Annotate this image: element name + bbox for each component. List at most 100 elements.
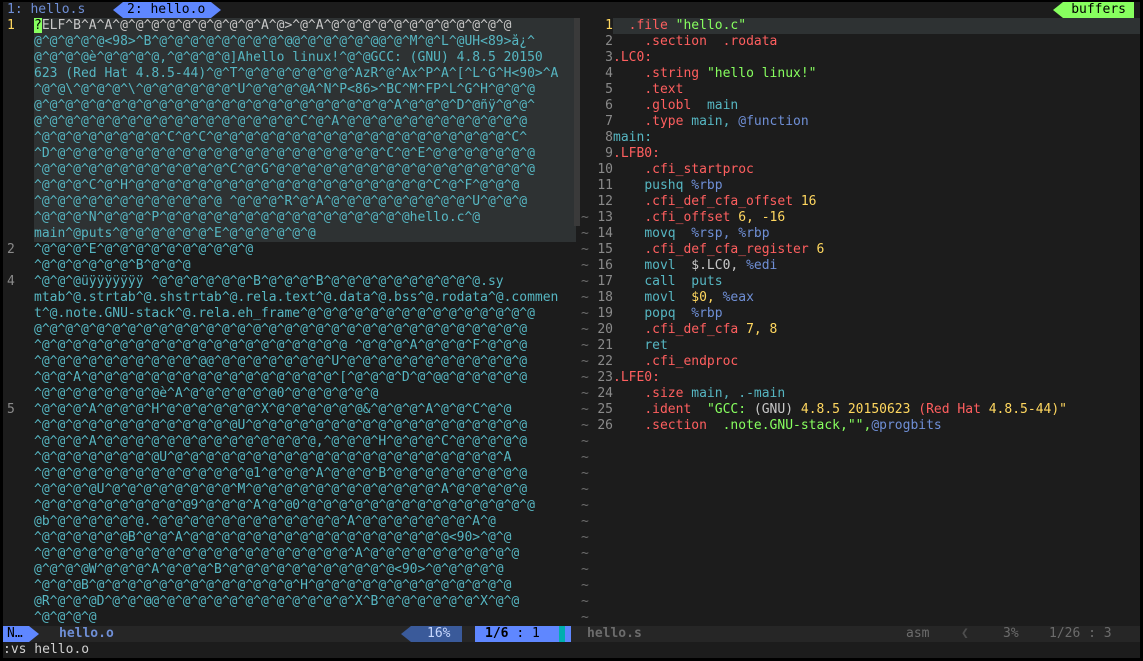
- binary-row: ^@^@^@^@^@^@^@^@U^@^@^@^@^@^@^@^@^@^@^@^…: [34, 450, 512, 465]
- left-line-number: 5: [7, 402, 15, 417]
- asm-line-12: .cfi_def_cfa_offset 16: [644, 194, 817, 209]
- empty-line-tilde: ~: [581, 578, 589, 593]
- right-position: 1/26 : 3: [1049, 626, 1112, 641]
- empty-line-tilde: ~: [581, 210, 589, 225]
- empty-line-tilde: ~: [581, 402, 589, 417]
- left-position: 1/6 : 1: [475, 626, 571, 642]
- command-line[interactable]: :vs hello.o: [3, 642, 1140, 658]
- asm-line-14: movq %rsp, %rbp: [644, 226, 770, 241]
- binary-row: ?ELF^B^A^A^@^@^@^@^@^@^@^@^@^A^@>^@^A^@^…: [34, 18, 576, 34]
- right-line-number: 8: [605, 130, 613, 145]
- left-pane-binary[interactable]: 1 ?ELF^B^A^A^@^@^@^@^@^@^@^@^@^A^@>^@^A^@…: [3, 18, 581, 626]
- binary-row: ^@^@^@^@^@^@^@^@^@^@^@^@^@^@^@^@^@^@^@^@…: [34, 338, 528, 353]
- left-line-number: 1: [7, 18, 15, 33]
- empty-line-tilde: ~: [581, 386, 589, 401]
- asm-line-6: .globl main: [644, 98, 739, 113]
- empty-line-tilde: ~: [581, 290, 589, 305]
- asm-line-20: .cfi_def_cfa 7, 8: [644, 322, 778, 337]
- mode-indicator: N…: [3, 626, 39, 642]
- empty-line-tilde: ~: [581, 370, 589, 385]
- empty-line-tilde: ~: [581, 418, 589, 433]
- left-scrollbar[interactable]: [574, 18, 580, 226]
- right-line-number: 5: [605, 82, 613, 97]
- right-line-number: 13: [597, 210, 613, 225]
- empty-line-tilde: ~: [581, 562, 589, 577]
- asm-line-11: pushq %rbp: [644, 178, 723, 193]
- binary-row: ^@^@^@^@^@^@^@^@^C^@^C^@^@^@^@^@^@^@^@^@…: [34, 130, 576, 146]
- right-line-number: 22: [597, 354, 613, 369]
- binary-row: @R^@^@^@D^@^@^@@^@^@^@^@^@^@^@^@^@^@^@^@…: [34, 594, 520, 609]
- asm-line-19: popq %rbp: [644, 306, 723, 321]
- binary-row: t^@.note.GNU-stack^@.rela.eh_frame^@^@^@…: [34, 306, 535, 321]
- binary-row: ^@^@^@^@^@^@^@^@^@^@^@@^@^@^@^@^@^@^@^U^…: [34, 354, 528, 369]
- buffers-indicator[interactable]: buffers: [1053, 2, 1134, 18]
- asm-line-21: ret: [644, 338, 668, 353]
- binary-row: ^@^@\^@^@^@^\^@^@^@^@^@^@^U^@^@^@^@A^N^P…: [34, 82, 576, 98]
- right-line-number: 2: [605, 34, 613, 49]
- right-line-number: 23: [597, 370, 613, 385]
- empty-line-tilde: ~: [581, 434, 589, 449]
- binary-row: ^@^@^@^A^@^@^@^H^@^@^@^@^@^@^X^@^@^@^@^@…: [34, 402, 512, 417]
- tab-hello-s[interactable]: 1: hello.s: [7, 2, 85, 18]
- binary-row: ^@^@^@^N^@^@^@^P^@^@^@^@^@^@^@^@^@^@^@^@…: [34, 210, 576, 226]
- binary-row: ^@^@^@^@^@^@^@^@^@^@^@^@^@^@1^@^@^@^A^@^…: [34, 466, 528, 481]
- empty-line-tilde: ~: [581, 450, 589, 465]
- binary-row: ^@^@^@^E^@^@^@^@^@^@^@^@^@^@: [34, 242, 254, 257]
- asm-line-17: call puts: [644, 274, 723, 289]
- right-line-number: 1: [605, 18, 613, 33]
- asm-line-2: .section .rodata: [644, 34, 778, 49]
- asm-line-18: movl $0, %eax: [644, 290, 754, 305]
- tab-hello-o[interactable]: 2: hello.o: [112, 2, 222, 18]
- tabline: 1: hello.s 2: hello.o buffers: [3, 2, 1140, 18]
- empty-line-tilde: ~: [581, 466, 589, 481]
- binary-row: ^@^@^@^@: [34, 610, 97, 625]
- right-percent: 3%: [1003, 626, 1019, 641]
- asm-line-15: .cfi_def_cfa_register 6: [644, 242, 825, 257]
- asm-line-26: .section .note.GNU-stack,"",@progbits: [644, 418, 942, 433]
- binary-row: ^@^@^@B^@^@^@^@^@^@^@^@^@^@^@^@^@^H^@^@^…: [34, 578, 512, 593]
- empty-line-tilde: ~: [581, 258, 589, 273]
- binary-row: 623 (Red Hat 4.8.5-44)^@^T^@^@^@^@^@^@^@…: [34, 66, 576, 82]
- right-line-number: 21: [597, 338, 613, 353]
- right-filename: hello.s: [587, 626, 642, 641]
- asm-line-24: .size main, .-main: [644, 386, 786, 401]
- empty-line-tilde: ~: [581, 610, 589, 625]
- binary-row: @^@^@^@^@^@^@^@^@^@^@^@^@^@^@^@^@^@^@^@^…: [34, 322, 528, 337]
- asm-line-1: .file "hello.c": [628, 18, 747, 33]
- binary-row: ^@^@^@^@^@^@^@^@^@^@9^@^@^@^A^@^@0^@^@^@…: [34, 498, 535, 513]
- right-pane-assembly[interactable]: 1 2 3 4 5 6 7 8 9 10 11 12 13 14 15 16 17 18 19 20 21 22 23 24 2…: [591, 18, 1140, 626]
- empty-line-tilde: ~: [581, 242, 589, 257]
- asm-line-5: .text: [644, 82, 684, 97]
- chevron-left-icon: ❮: [961, 626, 969, 641]
- empty-line-tilde: ~: [581, 322, 589, 337]
- binary-row: ^@^@^A^@^@^@^@^@^@^@^@^@^@^@^@^@^@^@^@^[…: [34, 370, 528, 385]
- binary-row: ^@^@^@^@^@^@^B^@^@^@: [34, 258, 191, 273]
- right-line-number: 9: [605, 146, 613, 161]
- right-filetype: asm: [906, 626, 930, 641]
- right-line-number: 26: [597, 418, 613, 433]
- empty-line-tilde: ~: [581, 594, 589, 609]
- binary-row: ^@^@^@^@^@^@^@^@^@^@^@^@^@^@^@^@^@^@^@^@…: [34, 546, 520, 561]
- binary-row: ^@^@^@^@^@^@^@^@^@^@^@^@^C^@^G^@^@^@^@^@…: [34, 162, 576, 178]
- asm-line-3: .LC0:: [613, 50, 653, 65]
- asm-line-10: .cfi_startproc: [644, 162, 754, 177]
- right-line-number: 3: [605, 50, 613, 65]
- right-line-number: 11: [597, 178, 613, 193]
- binary-row: @^@^@^@W^@^@^@^A^@^@^@^B^@^@^@^@^@^@^@^@…: [34, 562, 504, 577]
- right-line-number: 18: [597, 290, 613, 305]
- left-line-number: 4: [7, 274, 15, 289]
- asm-line-25: .ident "GCC: (GNU) 4.8.5 20150623 (Red H…: [644, 402, 1068, 417]
- empty-line-tilde: ~: [581, 226, 589, 241]
- empty-line-tilde: ~: [581, 482, 589, 497]
- binary-row: ^@^@^@^@^@^@^@^@^@^@^@^@^@U^@^@^@^@^@^@^…: [34, 418, 528, 433]
- empty-line-tilde: ~: [581, 338, 589, 353]
- binary-row: @b^@^@^@^@^@^@.^@^@^@^@^@^@^@^@^@^@^@^@^…: [34, 514, 496, 529]
- empty-line-tilde: ~: [581, 530, 589, 545]
- binary-row: @^@^@^@^@^@^@^@^@^@^@^@^@^@^@^@^@^@^@^@^…: [34, 98, 576, 114]
- right-line-number: 7: [605, 114, 613, 129]
- binary-row: ^@^@^@üÿÿÿÿÿÿÿ ^@^@^@^@^@^@^B^@^@^@^B^@^…: [34, 274, 504, 289]
- right-line-number: 12: [597, 194, 613, 209]
- binary-row: ^D^@^@^@^@^@^@^@^@^@^@^@^@^@^@^@^@^@^@^@…: [34, 146, 576, 162]
- right-line-number: 10: [597, 162, 613, 177]
- right-line-number: 6: [605, 98, 613, 113]
